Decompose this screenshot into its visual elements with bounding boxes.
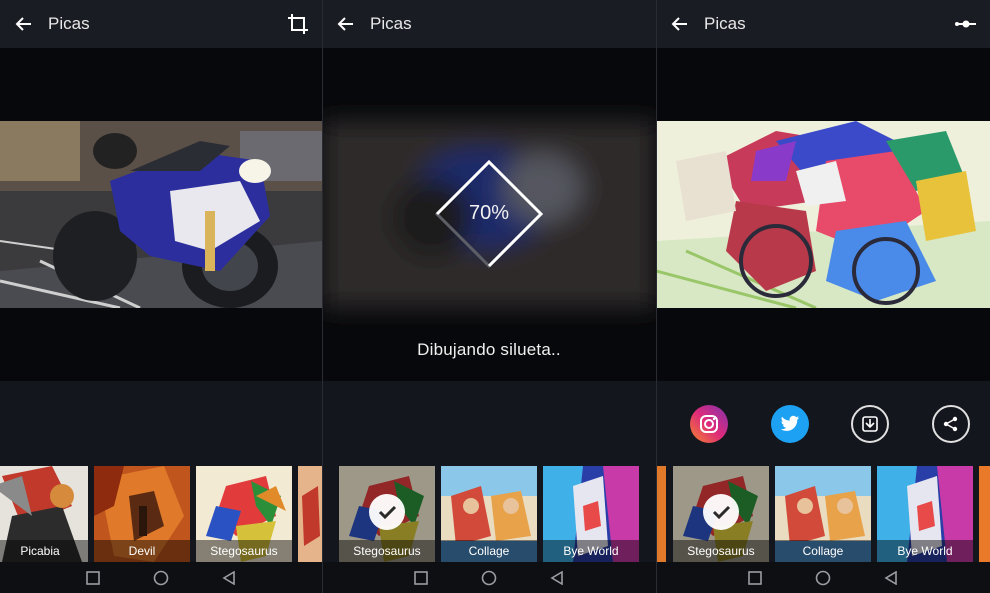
filter-label: Devil [94,540,190,562]
status-message: Dibujando silueta.. [417,340,561,359]
recents-nav-icon[interactable] [743,566,767,590]
filter-thumb-bye-world[interactable]: Bye World [543,466,639,562]
compare-slider-icon[interactable] [946,0,986,48]
app-title: Picas [370,14,412,33]
back-arrow-icon[interactable] [656,0,704,48]
toolbar-area [322,381,656,466]
filter-label: Collage [775,540,871,562]
filter-label: Bye World [543,540,639,562]
top-app-bar: Picas [656,0,990,48]
filter-thumb-picabia[interactable]: Picabia [0,466,88,562]
back-nav-icon[interactable] [545,566,569,590]
share-icon[interactable] [932,405,970,443]
screen-divider [656,0,657,593]
home-nav-icon[interactable] [149,566,173,590]
back-arrow-icon[interactable] [0,0,48,48]
app-title: Picas [48,14,90,33]
crop-icon[interactable] [278,0,318,48]
screens-container: Picas Picabia Devil Stegosaurus Picas 70… [0,0,990,593]
system-nav-bar [656,562,990,593]
selected-check-icon [369,494,405,530]
share-toolbar [656,381,990,466]
system-nav-bar [0,562,322,593]
app-title: Picas [704,14,746,33]
screen-divider [322,0,323,593]
screen-result: Picas Stegosaurus Collage Bye World [656,0,990,593]
filter-thumb[interactable] [298,466,322,562]
filter-thumb-collage[interactable]: Collage [775,466,871,562]
top-app-bar: Picas [322,0,656,48]
back-nav-icon[interactable] [217,566,241,590]
top-app-bar: Picas [0,0,322,48]
share-row [656,405,990,445]
filter-thumb-stegosaurus[interactable]: Stegosaurus [339,466,435,562]
filter-label: Collage [441,540,537,562]
filter-carousel[interactable]: Stegosaurus Collage Bye World [656,466,990,562]
home-nav-icon[interactable] [477,566,501,590]
instagram-icon[interactable] [690,405,728,443]
stylized-photo [656,121,990,308]
filter-carousel[interactable]: Stegosaurus Collage Bye World [322,466,656,562]
home-nav-icon[interactable] [811,566,835,590]
filter-label: Stegosaurus [339,540,435,562]
recents-nav-icon[interactable] [81,566,105,590]
system-nav-bar [322,562,656,593]
screen-original: Picas Picabia Devil Stegosaurus [0,0,322,593]
filter-thumb[interactable] [656,466,666,562]
twitter-icon[interactable] [771,405,809,443]
filter-thumb-collage[interactable]: Collage [441,466,537,562]
filter-thumb-bye-world[interactable]: Bye World [877,466,973,562]
original-photo [0,121,322,308]
toolbar-area [0,381,322,466]
filter-carousel[interactable]: Picabia Devil Stegosaurus [0,466,322,562]
progress-percent: 70% [468,202,510,224]
filter-thumb[interactable] [979,466,990,562]
filter-label: Stegosaurus [196,540,292,562]
filter-label: Picabia [0,540,88,562]
back-arrow-icon[interactable] [322,0,370,48]
filter-thumb-stegosaurus[interactable]: Stegosaurus [196,466,292,562]
selected-check-icon [703,494,739,530]
recents-nav-icon[interactable] [409,566,433,590]
filter-label: Stegosaurus [673,540,769,562]
filter-thumb-devil[interactable]: Devil [94,466,190,562]
back-nav-icon[interactable] [879,566,903,590]
download-icon[interactable] [851,405,889,443]
processing-canvas: 70% Dibujando silueta.. [322,48,656,381]
progress-indicator: 70% [435,160,543,268]
filter-label: Bye World [877,540,973,562]
screen-processing: Picas 70% Dibujando silueta.. Stegosauru… [322,0,656,593]
filter-thumb-stegosaurus[interactable]: Stegosaurus [673,466,769,562]
